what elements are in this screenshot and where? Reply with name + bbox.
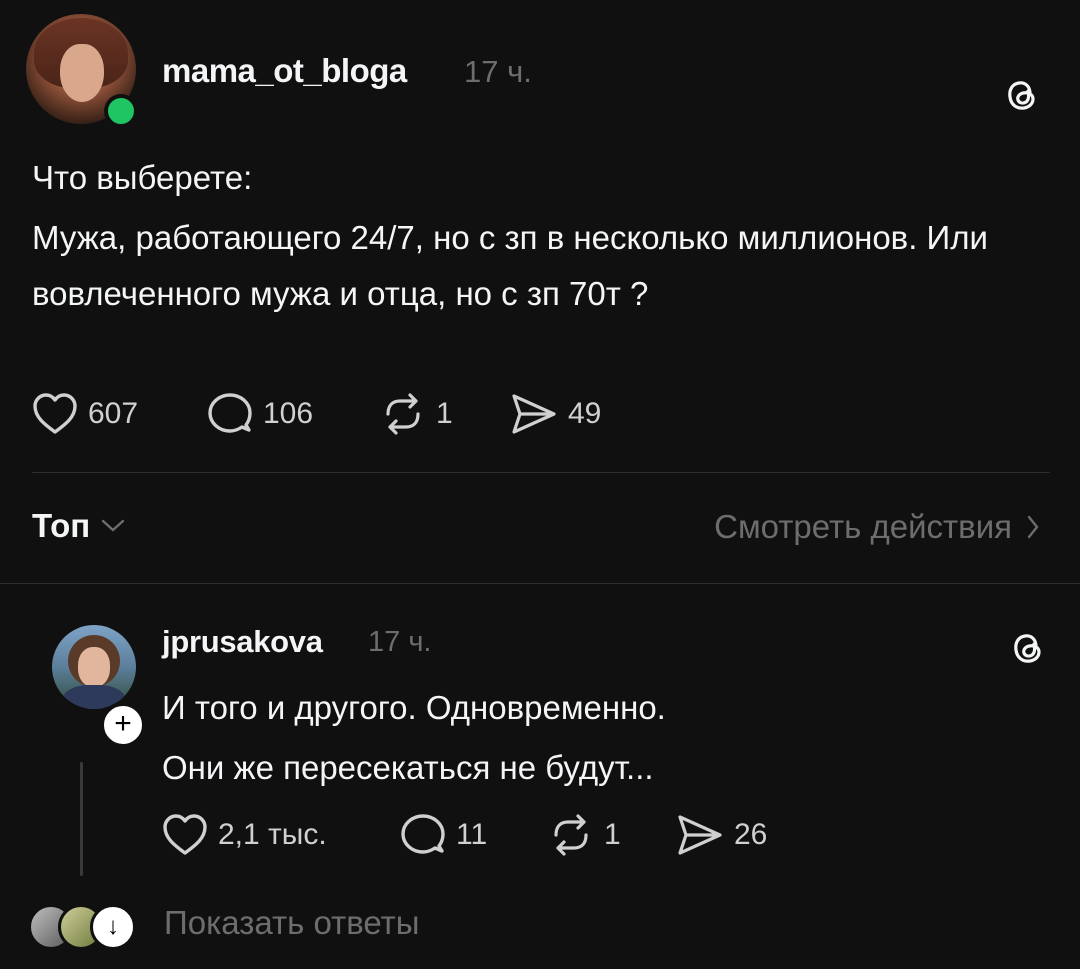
reply-text-line: Они же пересекаться не будут... — [162, 749, 654, 786]
divider — [32, 472, 1050, 473]
repost-button[interactable]: 1 — [548, 813, 621, 857]
avatar-face — [60, 44, 104, 102]
show-replies-link[interactable]: Показать ответы — [164, 904, 419, 942]
post-text-line: Что выберете: — [32, 159, 253, 196]
like-count: 2,1 тыс. — [218, 818, 327, 851]
share-icon — [678, 815, 722, 855]
heart-icon — [33, 393, 77, 434]
thread-connector-line — [80, 762, 83, 876]
reply-author-avatar[interactable] — [52, 625, 136, 709]
post-text: Что выберете: Мужа, работающего 24/7, но… — [32, 150, 1032, 322]
comment-icon — [401, 814, 445, 854]
post-timestamp: 17 ч. — [464, 54, 532, 89]
replier-avatars[interactable]: ↓ — [28, 904, 138, 950]
comment-button[interactable]: 106 — [207, 392, 313, 436]
online-status-badge — [104, 94, 138, 128]
comment-count: 106 — [263, 397, 314, 430]
like-count: 607 — [88, 397, 139, 430]
repost-button[interactable]: 1 — [380, 392, 453, 436]
comment-button[interactable]: 11 — [400, 813, 487, 857]
avatar-face — [78, 647, 110, 687]
chevron-down-icon — [101, 519, 125, 532]
divider — [0, 583, 1080, 584]
sort-label: Топ — [32, 507, 91, 544]
post-text-line: Мужа, работающего 24/7, но с зп в нескол… — [32, 219, 988, 312]
reply-timestamp: 17 ч. — [368, 626, 432, 658]
repost-count: 1 — [436, 397, 453, 430]
like-button[interactable]: 2,1 тыс. — [162, 813, 327, 857]
share-button[interactable]: 49 — [510, 392, 601, 436]
reply-text: И того и другого. Одновременно. Они же п… — [162, 678, 1042, 798]
arrow-down-icon: ↓ — [90, 904, 136, 950]
follow-button[interactable]: + — [100, 702, 146, 748]
repost-icon — [386, 393, 420, 435]
repost-count: 1 — [604, 818, 621, 851]
reply-author-name[interactable]: jprusakova — [162, 624, 323, 660]
comment-count: 11 — [456, 818, 488, 851]
threads-post-page: mama_ot_bloga 17 ч. Что выберете: Мужа, … — [0, 0, 1080, 969]
post-author-name[interactable]: mama_ot_bloga — [162, 52, 407, 90]
view-activity-link[interactable]: Смотреть действия — [714, 508, 1040, 546]
reply-text-line: И того и другого. Одновременно. — [162, 689, 666, 726]
repost-icon — [554, 814, 588, 856]
threads-icon[interactable] — [1002, 75, 1042, 115]
like-button[interactable]: 607 — [32, 392, 138, 436]
share-count: 49 — [568, 397, 602, 430]
view-activity-label: Смотреть действия — [714, 508, 1012, 545]
comment-icon — [208, 393, 252, 433]
share-icon — [512, 394, 556, 434]
heart-icon — [163, 814, 207, 855]
share-button[interactable]: 26 — [676, 813, 767, 857]
chevron-right-icon — [1027, 515, 1039, 539]
sort-dropdown[interactable]: Топ — [32, 507, 126, 545]
threads-icon[interactable] — [1008, 628, 1048, 668]
share-count: 26 — [734, 818, 768, 851]
